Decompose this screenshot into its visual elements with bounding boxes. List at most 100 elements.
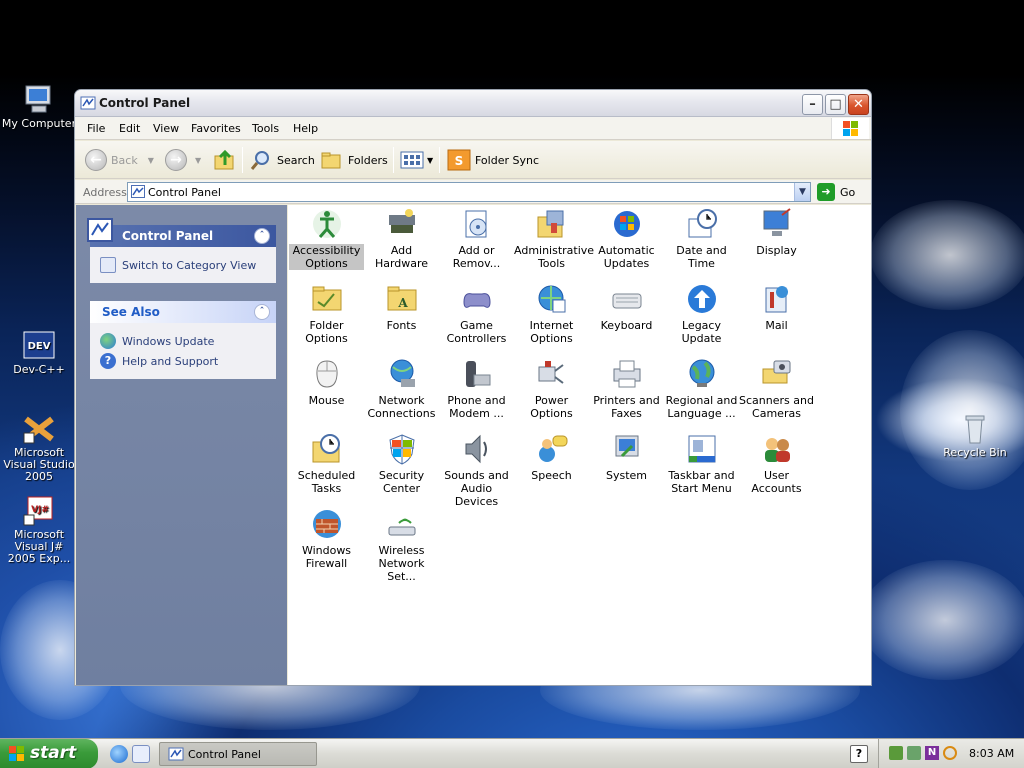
network-tray-icon[interactable] [889, 746, 903, 760]
cp-item-system[interactable]: System [589, 432, 664, 482]
cp-item-user-accounts[interactable]: User Accounts [739, 432, 814, 495]
close-button[interactable]: ✕ [848, 94, 869, 115]
cp-item-network[interactable]: Network Connections [364, 357, 439, 420]
cp-item-wireless[interactable]: Wireless Network Set... [364, 507, 439, 583]
clock[interactable]: 8:03 AM [969, 747, 1014, 760]
cp-item-label: Scanners and Cameras [739, 394, 814, 420]
go-button[interactable]: ➜ Go [817, 182, 855, 202]
power-icon [535, 357, 569, 391]
search-button[interactable]: Search [249, 149, 315, 171]
address-dropdown-button[interactable]: ▼ [794, 183, 810, 201]
cp-item-label: Automatic Updates [598, 244, 655, 270]
cp-item-game-controllers[interactable]: Game Controllers [439, 282, 514, 345]
cp-item-fonts[interactable]: A Fonts [364, 282, 439, 332]
cp-item-regional[interactable]: Regional and Language ... [664, 357, 739, 420]
cp-item-label: Windows Firewall [301, 544, 352, 570]
minimize-button[interactable]: – [802, 94, 823, 115]
start-label: start [30, 743, 77, 763]
address-bar: Address Control Panel ▼ ➜ Go [75, 180, 871, 204]
cp-item-taskbar[interactable]: Taskbar and Start Menu [664, 432, 739, 495]
cp-item-accessibility[interactable]: Accessibility Options [289, 207, 364, 270]
folder-sync-label: Folder Sync [475, 153, 540, 167]
cp-item-label: Network Connections [367, 394, 436, 420]
safely-remove-tray-icon[interactable] [907, 746, 921, 760]
taskbar: start Control Panel ? N 8:03 AM [0, 738, 1024, 768]
desktop-icon-label: Dev-C++ [13, 363, 65, 376]
forward-button[interactable]: → ▼ [165, 149, 201, 171]
help-icon[interactable]: ? [850, 745, 868, 763]
cp-item-admin-tools[interactable]: Administrative Tools [514, 207, 594, 270]
title-bar[interactable]: Control Panel – □ ✕ [75, 90, 871, 117]
folders-button[interactable]: Folders [320, 149, 388, 171]
back-button[interactable]: ← Back ▼ [85, 149, 154, 171]
cp-item-sounds[interactable]: Sounds and Audio Devices [439, 432, 514, 508]
control-panel-box-header[interactable]: Control Panel ˆ [87, 218, 276, 247]
search-tray-icon[interactable] [943, 746, 957, 760]
see-also-header[interactable]: See Also ˆ [90, 301, 276, 323]
address-field[interactable]: Control Panel ▼ [127, 182, 811, 202]
menu-favorites[interactable]: Favorites [191, 122, 241, 135]
cp-item-mouse[interactable]: Mouse [289, 357, 364, 407]
folders-icon [321, 152, 341, 169]
cp-item-phone-modem[interactable]: Phone and Modem ... [439, 357, 514, 420]
up-button[interactable] [213, 149, 237, 171]
network-icon [385, 357, 419, 391]
cp-item-display[interactable]: Display [739, 207, 814, 257]
cp-item-power[interactable]: Power Options [514, 357, 589, 420]
menu-edit[interactable]: Edit [119, 122, 140, 135]
cp-item-internet-options[interactable]: Internet Options [514, 282, 589, 345]
cp-item-mail[interactable]: Mail [739, 282, 814, 332]
cp-item-label: Sounds and Audio Devices [444, 469, 509, 508]
collapse-icon[interactable]: ˆ [254, 304, 270, 320]
desktop-icon-visual-studio[interactable]: Microsoft Visual Studio 2005 [0, 413, 78, 483]
taskbar-button-control-panel[interactable]: Control Panel [159, 742, 317, 766]
menu-tools[interactable]: Tools [252, 122, 279, 135]
onenote-tray-icon[interactable]: N [925, 746, 939, 760]
desktop-icon-visual-jsharp[interactable]: VJ# Microsoft Visual J# 2005 Exp... [0, 495, 78, 565]
go-label: Go [840, 185, 856, 199]
game-controllers-icon [460, 282, 494, 316]
desktop-icon-devcpp[interactable]: DEV Dev-C++ [0, 330, 78, 376]
folder-sync-button[interactable]: S Folder Sync [447, 149, 539, 171]
menu-help[interactable]: Help [293, 122, 318, 135]
internet-explorer-icon[interactable] [110, 745, 128, 763]
automatic-updates-icon [610, 207, 644, 241]
link-label: Help and Support [122, 354, 219, 368]
cp-item-add-remove[interactable]: Add or Remov... [439, 207, 514, 270]
desktop-icon-my-computer[interactable]: My Computer [0, 84, 78, 130]
folder-sync-icon: S [447, 149, 471, 171]
cp-item-label: Fonts [386, 319, 417, 332]
cp-item-label: Display [756, 244, 797, 257]
views-icon [400, 151, 424, 169]
maximize-button[interactable]: □ [825, 94, 846, 115]
task-pane: Control Panel ˆ Switch to Category View … [76, 205, 287, 685]
cp-item-legacy-update[interactable]: Legacy Update [664, 282, 739, 345]
switch-to-category-view-link[interactable]: Switch to Category View [100, 255, 266, 275]
cp-item-keyboard[interactable]: Keyboard [589, 282, 664, 332]
help-and-support-link[interactable]: ? Help and Support [100, 351, 266, 371]
collapse-icon[interactable]: ˆ [254, 228, 270, 244]
cp-item-date-time[interactable]: Date and Time [664, 207, 739, 270]
cp-item-automatic-updates[interactable]: Automatic Updates [589, 207, 664, 270]
show-desktop-icon[interactable] [132, 745, 150, 763]
cp-item-scanner[interactable]: Scanners and Cameras [739, 357, 814, 420]
cp-item-security-center[interactable]: Security Center [364, 432, 439, 495]
cp-item-printer[interactable]: Printers and Faxes [589, 357, 664, 420]
cp-item-firewall[interactable]: Windows Firewall [289, 507, 364, 570]
windows-update-link[interactable]: Windows Update [100, 331, 266, 351]
menu-view[interactable]: View [153, 122, 179, 135]
cp-item-label: Phone and Modem ... [447, 394, 506, 420]
svg-text:VJ#: VJ# [31, 505, 49, 515]
cp-item-folder-options[interactable]: Folder Options [289, 282, 364, 345]
desktop-icon-recycle-bin[interactable]: Recycle Bin [936, 413, 1014, 459]
printer-icon [610, 357, 644, 391]
menu-file[interactable]: File [87, 122, 105, 135]
views-button[interactable]: ▼ [400, 149, 433, 171]
control-panel-icon [80, 96, 96, 110]
cp-item-label: Internet Options [529, 319, 574, 345]
start-button[interactable]: start [0, 739, 98, 768]
cp-item-scheduled-tasks[interactable]: Scheduled Tasks [289, 432, 364, 495]
scanner-icon [760, 357, 794, 391]
cp-item-speech[interactable]: Speech [514, 432, 589, 482]
cp-item-add-hardware[interactable]: Add Hardware [364, 207, 439, 270]
